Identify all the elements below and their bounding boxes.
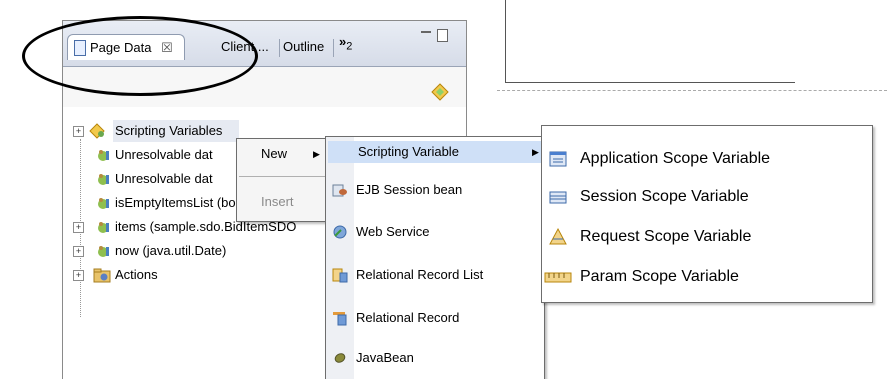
menu-item-label: Session Scope Variable	[580, 188, 749, 205]
session-scope-icon	[549, 191, 567, 204]
tab-label: Outline	[283, 39, 325, 54]
param-scope-icon	[544, 272, 572, 283]
variable-icon	[98, 150, 109, 161]
submenu-arrow-icon: ▶	[532, 147, 539, 157]
menu-item-ejb-session-bean[interactable]: EJB Session bean	[326, 179, 544, 201]
menu-item-label: Relational Record List	[356, 267, 484, 282]
tree-item-label: Actions	[115, 267, 158, 282]
more-tabs-button[interactable]: »2	[339, 29, 352, 55]
javabean-icon	[334, 353, 346, 363]
menu-item-param-scope[interactable]: Param Scope Variable	[542, 264, 872, 290]
expand-toggle[interactable]: +	[73, 222, 84, 233]
tree-item-label: Scripting Variables	[113, 120, 239, 142]
menu-item-label: Param Scope Variable	[580, 268, 739, 285]
maximize-button[interactable]	[437, 29, 448, 42]
editor-divider	[497, 90, 887, 91]
expand-toggle[interactable]: +	[73, 270, 84, 281]
variable-icon	[98, 198, 109, 209]
menu-item-label: Application Scope Variable	[580, 150, 771, 167]
variable-icon	[98, 246, 109, 257]
expand-toggle[interactable]: +	[73, 126, 84, 137]
tree-item-label: Unresolvable dat	[115, 147, 213, 162]
variable-icon	[98, 222, 109, 233]
menu-item-label: JavaBean	[356, 350, 414, 365]
tree-item-label: Unresolvable dat	[115, 171, 213, 186]
menu-item-label: Relational Record	[356, 310, 460, 325]
scope-submenu: Application Scope Variable Session Scope…	[541, 125, 873, 303]
menu-item-session-scope[interactable]: Session Scope Variable	[542, 184, 872, 210]
scripting-variables-icon	[89, 123, 105, 139]
menu-item-web-service[interactable]: Web Service	[326, 221, 544, 243]
submenu-arrow-icon: ▶	[313, 149, 320, 159]
variable-icon	[98, 174, 109, 185]
ejb-bean-icon	[332, 184, 347, 197]
menu-item-label: Web Service	[356, 224, 430, 239]
menu-item-relational-record[interactable]: Relational Record	[326, 307, 544, 329]
context-menu: New ▶ Insert	[236, 138, 328, 222]
application-scope-icon	[549, 151, 567, 167]
menu-item-label: EJB Session bean	[356, 182, 463, 197]
tab-outline[interactable]: Outline	[283, 34, 324, 60]
menu-item-new[interactable]: New ▶	[237, 143, 327, 165]
web-service-icon	[333, 225, 347, 239]
menu-icon-gutter	[326, 137, 354, 379]
highlight-ellipse	[22, 16, 258, 96]
menu-item-request-scope[interactable]: Request Scope Variable	[542, 224, 872, 250]
tree-item-label: now (java.util.Date)	[115, 243, 227, 258]
menu-item-javabean[interactable]: JavaBean	[326, 347, 544, 369]
menu-item-application-scope[interactable]: Application Scope Variable	[542, 146, 872, 172]
menu-item-label: Request Scope Variable	[580, 228, 752, 245]
tab-separator	[279, 39, 280, 57]
expand-toggle[interactable]: +	[73, 246, 84, 257]
menu-item-insert[interactable]: Insert	[237, 191, 327, 213]
menu-item-label: Scripting Variable	[358, 144, 459, 159]
hidden-tab-count: 2	[346, 40, 353, 53]
editor-frame-line	[505, 0, 506, 82]
record-icon	[333, 312, 347, 326]
menu-item-relational-record-list[interactable]: Relational Record List	[326, 264, 544, 286]
request-scope-icon	[549, 227, 567, 245]
menu-item-label: Insert	[261, 194, 294, 209]
minimize-button[interactable]	[421, 31, 431, 43]
editor-frame-line	[505, 82, 795, 83]
record-list-icon	[332, 268, 348, 283]
tab-separator	[333, 39, 334, 57]
actions-folder-icon	[93, 268, 111, 283]
menu-item-scripting-variable[interactable]: Scripting Variable ▶	[328, 141, 542, 163]
menu-separator	[239, 176, 325, 177]
new-submenu: Scripting Variable ▶ EJB Session bean We…	[325, 136, 545, 379]
menu-item-label: New	[261, 146, 288, 161]
add-data-icon[interactable]	[431, 83, 449, 101]
